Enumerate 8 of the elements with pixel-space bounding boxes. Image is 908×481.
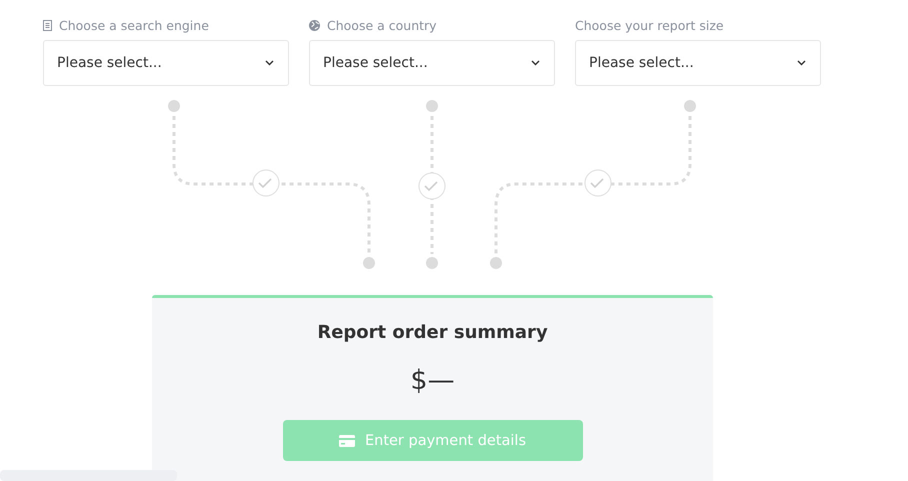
field-label: Choose a search engine (59, 18, 209, 32)
select-field[interactable]: Please select... (309, 40, 555, 86)
price-text: $— (410, 365, 455, 396)
select-field[interactable]: Please select... (43, 40, 289, 86)
field-label: Choose a country (327, 18, 437, 32)
select-field[interactable]: Please select... (575, 40, 821, 86)
field-label: Choose your report size (575, 18, 724, 32)
summary-title: Report order summary (317, 322, 548, 343)
